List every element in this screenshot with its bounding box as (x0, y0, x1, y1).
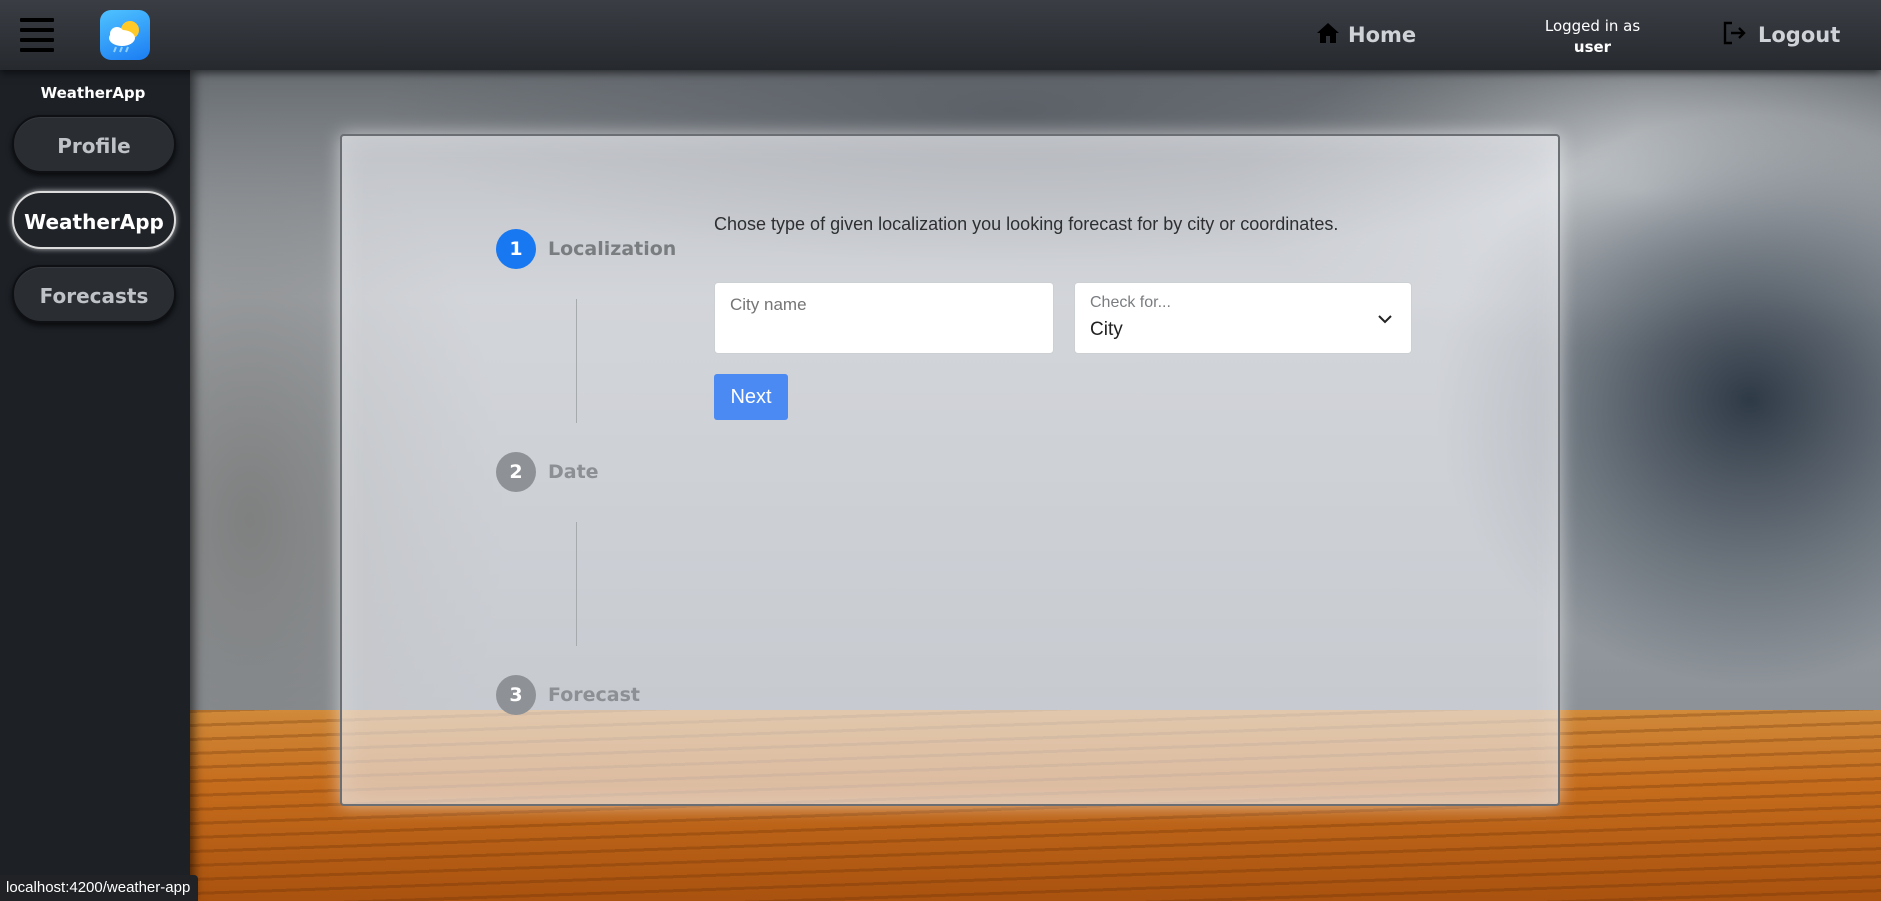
status-bar-url: localhost:4200/weather-app (0, 875, 199, 901)
logout-label: Logout (1758, 23, 1841, 47)
city-name-input[interactable] (730, 295, 1030, 315)
step-connector (576, 299, 577, 423)
weather-wizard-panel: 1 Localization 2 Date 3 Forecast Chose t… (340, 134, 1560, 806)
step-number: 1 (496, 229, 536, 269)
city-name-field[interactable] (714, 282, 1054, 354)
sidebar-item-forecasts[interactable]: Forecasts (12, 265, 176, 323)
step-localization[interactable]: 1 Localization (496, 229, 676, 269)
instruction-text: Chose type of given localization you loo… (714, 214, 1339, 234)
top-navbar: Home Logged in as user Logout (0, 0, 1881, 70)
sidebar: WeatherApp Profile WeatherApp Forecasts (0, 70, 190, 901)
next-button[interactable]: Next (714, 374, 788, 420)
step-connector (576, 522, 577, 646)
sidebar-item-profile[interactable]: Profile (12, 115, 176, 173)
logged-in-label: Logged in as (1544, 17, 1641, 35)
logout-icon (1722, 20, 1748, 51)
sidebar-title: WeatherApp (40, 84, 146, 102)
step-forecast[interactable]: 3 Forecast (496, 675, 640, 715)
home-link[interactable]: Home (1316, 20, 1416, 50)
logged-in-info: Logged in as user (1530, 16, 1655, 58)
check-for-label: Check for... (1090, 294, 1171, 311)
step-label: Localization (548, 238, 677, 260)
step-number: 2 (496, 452, 536, 492)
logout-link[interactable]: Logout (1722, 20, 1840, 50)
weather-cloud-sun-icon[interactable] (100, 10, 150, 60)
home-icon (1316, 22, 1340, 49)
step-label: Forecast (548, 684, 640, 706)
hamburger-icon[interactable] (20, 18, 54, 52)
check-for-select[interactable]: Check for... City (1074, 282, 1412, 354)
step-number: 3 (496, 675, 536, 715)
step-label: Date (548, 461, 599, 483)
check-for-value: City (1090, 319, 1123, 340)
step-date[interactable]: 2 Date (496, 452, 599, 492)
chevron-down-icon (1378, 315, 1392, 324)
sidebar-item-weatherapp[interactable]: WeatherApp (12, 191, 176, 249)
username: user (1573, 38, 1612, 56)
home-label: Home (1348, 23, 1417, 47)
